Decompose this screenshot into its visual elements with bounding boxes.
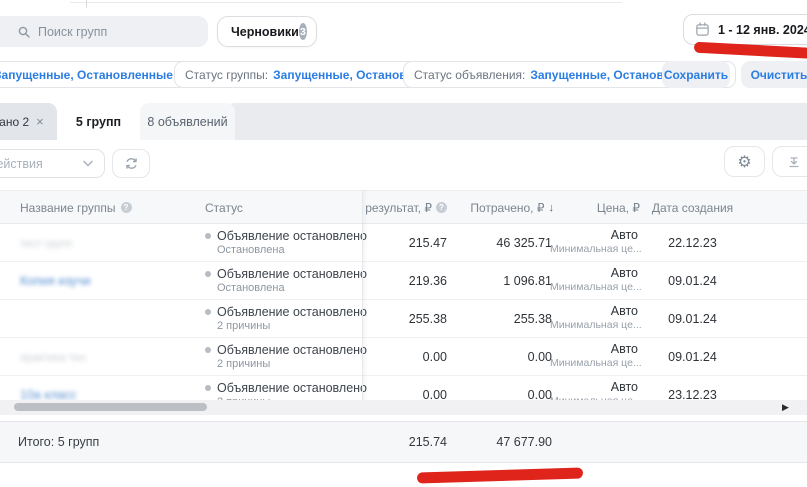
column-header-created[interactable]: Дата создания [645,191,740,224]
search-placeholder: Поиск групп [38,25,107,39]
spent-value: 46 325.71 [452,236,552,250]
price-substrategy: Минимальная це... [550,281,638,293]
cost-per-result-value: 215.47 [362,236,447,250]
totals-spent: 47 677.90 [452,422,552,462]
spent-value: 0.00 [452,350,552,364]
filter-chip-value: Запущенные, Остановленные [0,68,173,82]
price-value: Авто Минимальная це... [550,342,638,369]
status-dot-icon [205,233,211,239]
drafts-count-badge: 3 [299,23,307,40]
status-dot-icon [205,385,211,391]
tab-selected-count-label: Выбрано 2 [0,115,29,129]
group-status: Объявление остановлено Остановлена [205,267,367,294]
column-header-price[interactable]: Цена, ₽ [550,191,640,224]
export-button[interactable] [772,146,807,177]
group-status: Объявление остановлено 2 причины [205,343,367,370]
price-value: Авто Минимальная це... [550,266,638,293]
column-header-spent-label: Потрачено, ₽ [470,201,544,215]
status-substatus: 2 причины [217,320,367,332]
date-range-value: 1 - 12 янв. 2024 [718,23,807,37]
price-value: Авто Минимальная це... [550,228,638,255]
drafts-button[interactable]: Черновики 3 [217,16,317,47]
totals-label: Итого: 5 групп [18,422,99,462]
status-dot-icon [205,309,211,315]
column-header-name[interactable]: Название группы ? [20,191,132,224]
actions-select-placeholder: Действия [0,157,43,171]
status-substatus: Остановлена [217,282,367,294]
calendar-icon [695,22,710,37]
settings-button[interactable]: ⚙ [724,146,765,177]
table-totals-row: Итого: 5 групп 215.74 47 677.90 [0,421,807,463]
top-divider-line [70,2,622,3]
cost-per-result-value: 219.36 [362,274,447,288]
help-icon[interactable]: ? [121,202,132,213]
spent-value: 255.38 [452,312,552,326]
drafts-label: Черновики [231,25,299,39]
group-status: Объявление остановлено Остановлена [205,229,367,256]
cost-per-result-value: 255.38 [362,312,447,326]
actions-select[interactable]: Действия [0,149,105,178]
column-header-status[interactable]: Статус [205,191,243,224]
group-name[interactable]: Копия изучи [20,274,91,288]
tab-ads[interactable]: 8 объявлений [140,103,235,140]
column-header-cost-per-result[interactable]: Цена за результат, ₽ ? [362,191,449,224]
price-substrategy: Минимальная це... [550,243,638,255]
table-header-row: Название группы ? Статус Цена за результ… [0,190,807,224]
save-filters-button[interactable]: Сохранить [662,61,730,88]
refresh-button[interactable] [112,149,150,178]
status-substatus: Остановлена [217,244,367,256]
table-row[interactable]: Объявление остановлено 2 причины 255.38 … [0,300,807,338]
group-name[interactable]: тест групп [20,238,72,250]
filter-chip-label: Статус группы: [185,68,268,82]
scroll-right-arrow-icon[interactable]: ▶ [778,400,793,415]
table-row[interactable]: Копия изучи Объявление остановлено Остан… [0,262,807,300]
download-icon [787,155,801,169]
spent-value: 1 096.81 [452,274,552,288]
price-value: Авто Минимальная це... [550,304,638,331]
search-icon [18,26,30,38]
created-date: 09.01.24 [645,274,740,288]
search-input[interactable]: Поиск групп [0,16,208,47]
group-name[interactable]: практика тен [20,352,86,364]
group-status: Объявление остановлено 2 причины [205,305,367,332]
gear-icon: ⚙ [737,154,751,170]
created-date: 22.12.23 [645,236,740,250]
price-substrategy: Минимальная це... [550,357,638,369]
refresh-icon [124,156,139,171]
tab-groups[interactable]: 5 групп [57,103,140,140]
date-range-button[interactable]: 1 - 12 янв. 2024 [683,14,807,45]
totals-cost-per-result: 215.74 [362,422,447,462]
red-marker-annotation-totals [417,467,583,483]
created-date: 09.01.24 [645,350,740,364]
chevron-down-icon [83,160,93,167]
status-dot-icon [205,271,211,277]
column-header-cpr-label: Цена за результат, ₽ [362,201,432,215]
price-substrategy: Минимальная це... [550,319,638,331]
table-row[interactable]: тест групп Объявление остановлено Остано… [0,224,807,262]
horizontal-scrollbar-thumb[interactable] [14,403,207,411]
filter-chip-label: Статус объявления: [414,68,525,82]
filter-chip-campaign-status[interactable]: Запущенные, Остановленные × [0,61,200,88]
status-dot-icon [205,347,211,353]
column-header-spent[interactable]: Потрачено, ₽ ↓ [452,191,554,224]
help-icon[interactable]: ? [436,202,447,213]
table-row[interactable]: практика тен Объявление остановлено 2 пр… [0,338,807,376]
cost-per-result-value: 0.00 [362,350,447,364]
tab-strip-background [225,103,807,140]
status-substatus: 2 причины [217,358,367,370]
close-icon[interactable]: × [36,114,44,129]
created-date: 09.01.24 [645,312,740,326]
sticky-column-shadow [363,190,368,400]
column-header-name-label: Название группы [20,201,116,215]
top-divider-tick [86,0,87,8]
clear-filters-button[interactable]: Очистить [741,61,807,88]
tab-selected-count[interactable]: Выбрано 2 × [0,103,57,140]
